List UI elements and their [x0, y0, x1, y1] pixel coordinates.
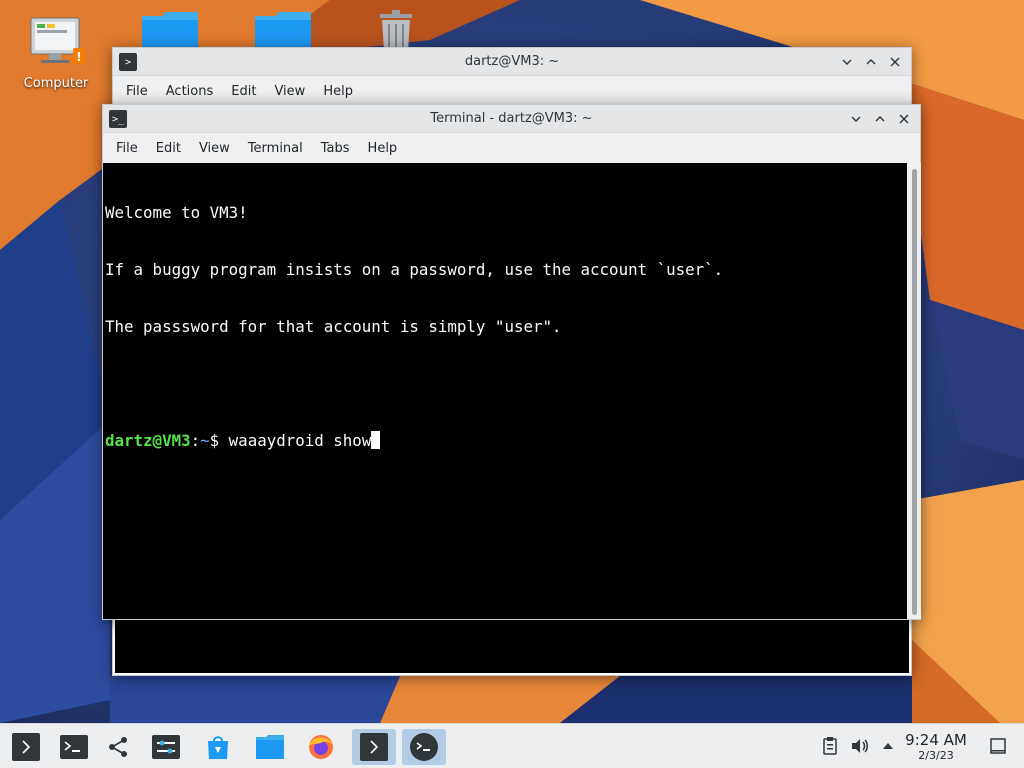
trash-icon — [380, 10, 412, 50]
back-window-titlebar[interactable]: > dartz@VM3: ~ — [113, 48, 911, 76]
menu-view[interactable]: View — [190, 141, 239, 156]
volume-icon — [852, 739, 868, 753]
terminal-icon — [60, 735, 88, 759]
show-desktop-button[interactable] — [988, 736, 1008, 756]
clipboard-icon — [823, 737, 837, 755]
task-back-window[interactable] — [352, 729, 396, 765]
chevron-down-icon — [842, 59, 852, 65]
chevron-up-icon — [883, 743, 893, 749]
terminal-line: If a buggy program insists on a password… — [105, 260, 724, 279]
prompt-symbol: $ — [209, 431, 229, 450]
clock-date: 2/3/23 — [918, 749, 954, 762]
terminal-window[interactable]: >_ Terminal - dartz@VM3: ~ File Edit Vie… — [102, 104, 921, 620]
chevron-down-icon — [851, 116, 861, 122]
shopping-bag-icon — [208, 736, 228, 759]
taskbar: 9:24 AM 2/3/23 — [0, 723, 1024, 768]
maximize-button[interactable] — [861, 52, 881, 72]
menu-view[interactable]: View — [265, 84, 314, 99]
chevron-right-icon — [12, 733, 40, 761]
text-cursor — [371, 431, 381, 449]
desktop-icon-trash[interactable] — [356, 10, 436, 50]
close-button[interactable] — [885, 52, 905, 72]
folder-icon — [256, 735, 284, 759]
menu-edit[interactable]: Edit — [147, 141, 190, 156]
terminal-title: Terminal - dartz@VM3: ~ — [430, 111, 593, 126]
folder-icon — [142, 12, 198, 50]
firefox-button[interactable] — [303, 729, 339, 765]
prompt-path: ~ — [200, 431, 210, 450]
svg-text:!: ! — [76, 50, 81, 64]
maximize-button[interactable] — [870, 109, 890, 129]
computer-icon: ! — [30, 17, 85, 64]
close-icon — [890, 57, 900, 67]
clock-time: 9:24 AM — [905, 731, 967, 749]
desktop-icon-folder[interactable] — [130, 10, 210, 50]
discover-store-button[interactable] — [200, 729, 236, 765]
terminal-titlebar[interactable]: >_ Terminal - dartz@VM3: ~ — [103, 105, 920, 133]
desktop-icon-computer[interactable]: ! Computer — [16, 14, 96, 91]
desktop-icon-folder-2[interactable] — [243, 10, 323, 50]
app-launcher-button[interactable] — [8, 729, 44, 765]
kde-connect-button[interactable] — [100, 729, 136, 765]
menu-help[interactable]: Help — [314, 84, 362, 99]
volume-tray[interactable] — [850, 736, 870, 756]
minimize-button[interactable] — [846, 109, 866, 129]
close-icon — [899, 114, 909, 124]
menu-actions[interactable]: Actions — [157, 84, 223, 99]
firefox-icon — [309, 735, 333, 759]
folder-icon — [255, 12, 311, 50]
clipboard-tray[interactable] — [820, 736, 840, 756]
terminal-launcher-button[interactable] — [56, 729, 92, 765]
settings-sliders-icon — [152, 735, 180, 759]
terminal-menubar: File Edit View Terminal Tabs Help — [103, 133, 920, 163]
file-manager-button[interactable] — [252, 729, 288, 765]
chevron-right-icon — [360, 733, 388, 761]
chevron-up-icon — [866, 59, 876, 65]
terminal-line: Welcome to VM3! — [105, 203, 248, 222]
show-desktop-icon — [990, 738, 1006, 754]
scrollbar-thumb[interactable] — [912, 169, 917, 615]
close-button[interactable] — [894, 109, 914, 129]
menu-edit[interactable]: Edit — [222, 84, 265, 99]
menu-file[interactable]: File — [107, 141, 147, 156]
terminal-prompt-line[interactable]: dartz@VM3:~$ waaaydroid show — [105, 431, 907, 450]
command-input[interactable]: waaaydroid show — [229, 431, 372, 450]
minimize-button[interactable] — [837, 52, 857, 72]
terminal-output[interactable]: Welcome to VM3! If a buggy program insis… — [103, 163, 907, 619]
chevron-up-icon — [875, 116, 885, 122]
task-terminal[interactable] — [402, 729, 446, 765]
menu-terminal[interactable]: Terminal — [239, 141, 312, 156]
prompt-separator: : — [190, 431, 201, 450]
menu-file[interactable]: File — [117, 84, 157, 99]
back-window-menubar: File Actions Edit View Help — [113, 76, 911, 106]
terminal-scrollbar[interactable] — [907, 163, 921, 619]
menu-tabs[interactable]: Tabs — [312, 141, 359, 156]
system-settings-button[interactable] — [148, 729, 184, 765]
clock[interactable]: 9:24 AM 2/3/23 — [896, 732, 976, 763]
kde-connect-icon — [109, 737, 127, 757]
terminal-icon — [410, 733, 438, 761]
desktop-icon-label: Computer — [23, 76, 89, 91]
menu-help[interactable]: Help — [359, 141, 407, 156]
prompt-user-host: dartz@VM3 — [105, 431, 191, 450]
terminal-line: The passsword for that account is simply… — [105, 317, 562, 336]
back-window-title: dartz@VM3: ~ — [464, 54, 560, 69]
expand-tray-button[interactable] — [878, 736, 898, 756]
